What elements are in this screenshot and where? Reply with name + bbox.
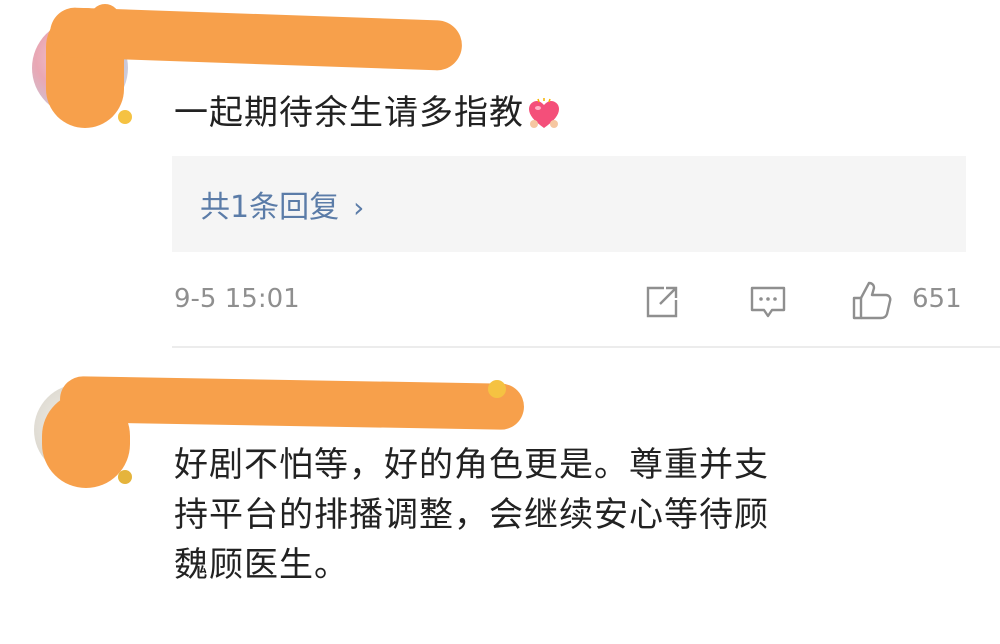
comment-text: 好剧不怕等，好的角色更是。尊重并支 持平台的排播调整，会继续安心等待顾 魏顾医生… (174, 440, 934, 590)
comment-timestamp: 9-5 15:01 (174, 284, 300, 314)
comment-feed: 一起期待余生请多指教 共1条回复 › 9-5 15:01 651 好剧不怕等，好… (0, 0, 1000, 644)
badge-dot (488, 380, 506, 398)
share-icon[interactable] (642, 282, 682, 322)
view-replies-link[interactable]: 共1条回复 › (200, 182, 364, 226)
badge-dot (118, 470, 132, 484)
comment-text: 一起期待余生请多指教 (174, 88, 562, 138)
comment-body: 一起期待余生请多指教 (174, 93, 524, 133)
reply-summary-label: 共1条回复 (200, 190, 340, 225)
comment-line: 魏顾医生。 (174, 545, 349, 585)
comment-line: 好剧不怕等，好的角色更是。尊重并支 (174, 445, 769, 485)
thumbs-up-icon[interactable] (850, 278, 894, 322)
comment-icon[interactable] (748, 282, 788, 322)
comment-line: 持平台的排播调整，会继续安心等待顾 (174, 495, 769, 535)
heart-with-hands-emoji-icon (529, 97, 559, 128)
like-count: 651 (912, 284, 962, 314)
chevron-right-icon: › (353, 191, 365, 224)
badge-dot (118, 110, 132, 124)
reply-summary-box[interactable]: 共1条回复 › (172, 156, 966, 252)
redaction-mark (59, 375, 525, 431)
divider (172, 346, 1000, 348)
